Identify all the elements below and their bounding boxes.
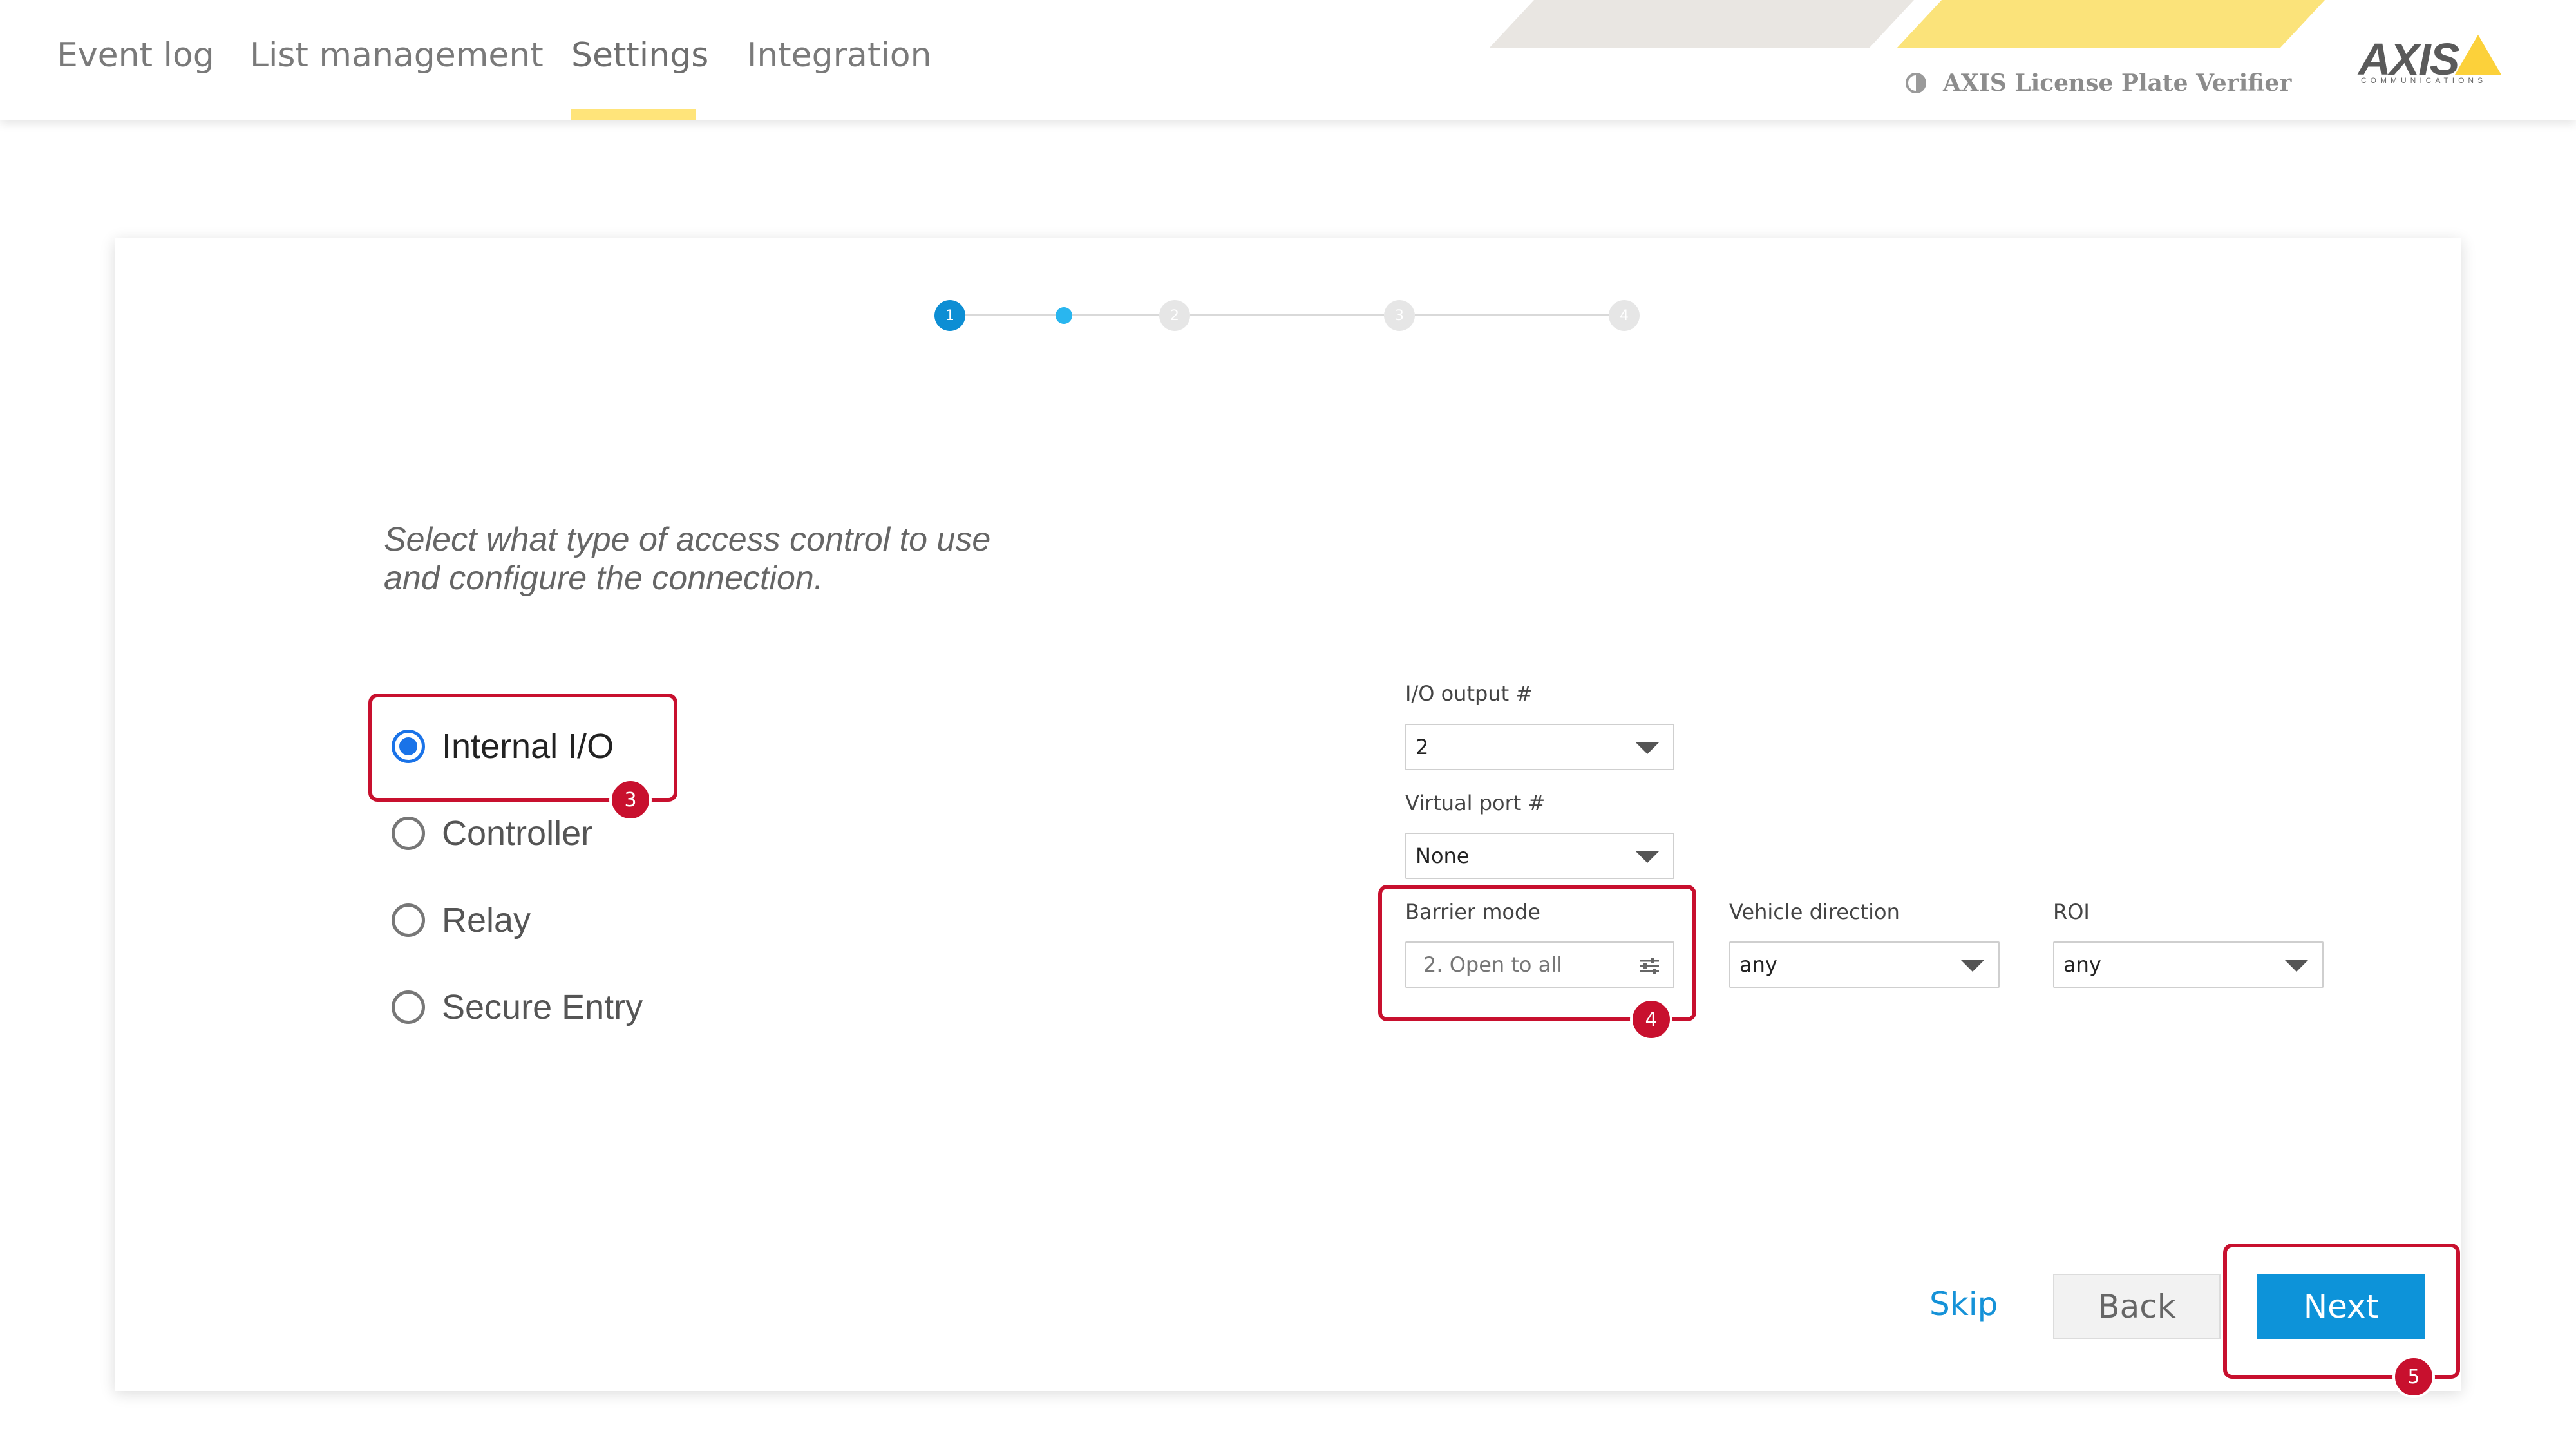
tab-integration[interactable]: Integration <box>747 36 932 75</box>
annotation-badge-5: 5 <box>2392 1356 2435 1398</box>
vehicle-direction-select[interactable]: any <box>1729 941 2000 988</box>
io-output-label: I/O output # <box>1405 681 1533 706</box>
app-drop-icon <box>1906 73 1926 93</box>
step-4-indicator: 4 <box>1609 300 1640 331</box>
roi-select[interactable]: any <box>2053 941 2324 988</box>
annotation-badge-3: 3 <box>609 779 652 821</box>
axis-logo: AXIS COMMUNICATIONS <box>2358 33 2506 91</box>
radio-unchecked-icon[interactable] <box>392 817 425 850</box>
stepper-line <box>1415 314 1609 316</box>
vehicle-direction-label: Vehicle direction <box>1729 900 1900 924</box>
instruction-line-1: Select what type of access control to us… <box>384 521 991 558</box>
instruction-line-2: and configure the connection. <box>384 560 824 597</box>
radio-relay[interactable]: Relay <box>392 900 531 940</box>
step-1-indicator: 1 <box>934 300 965 331</box>
virtual-port-value: None <box>1416 844 1470 868</box>
active-tab-indicator <box>571 109 696 120</box>
logo-triangle-icon <box>2455 35 2501 75</box>
back-button[interactable]: Back <box>2053 1274 2221 1339</box>
radio-label: Relay <box>442 901 531 940</box>
annotation-badge-4: 4 <box>1630 998 1672 1041</box>
header-decoration-yellow <box>1897 0 2325 48</box>
top-navigation-bar: Event log List management Settings Integ… <box>0 0 2576 120</box>
io-output-select[interactable]: 2 <box>1405 724 1674 770</box>
caret-down-icon <box>2285 960 2308 972</box>
tab-list-management[interactable]: List management <box>250 36 544 75</box>
skip-button[interactable]: Skip <box>1929 1285 1998 1323</box>
header-decoration-grey <box>1489 0 1914 48</box>
roi-label: ROI <box>2053 900 2090 924</box>
roi-value: any <box>2063 952 2101 977</box>
product-name: AXIS License Plate Verifier <box>1943 70 2292 97</box>
radio-secure-entry[interactable]: Secure Entry <box>392 987 643 1027</box>
radio-controller[interactable]: Controller <box>392 813 592 853</box>
io-output-value: 2 <box>1416 735 1429 759</box>
caret-down-icon <box>1961 960 1984 972</box>
step-progress-dot <box>1056 307 1072 324</box>
step-2-indicator: 2 <box>1159 300 1190 331</box>
radio-label: Secure Entry <box>442 988 643 1026</box>
product-title: AXIS License Plate Verifier <box>1903 70 2291 97</box>
caret-down-icon <box>1636 851 1659 863</box>
tab-event-log[interactable]: Event log <box>57 36 214 75</box>
logo-subtext: COMMUNICATIONS <box>2361 76 2487 85</box>
radio-unchecked-icon[interactable] <box>392 903 425 937</box>
tab-settings[interactable]: Settings <box>571 36 708 75</box>
step-3-indicator: 3 <box>1384 300 1415 331</box>
radio-unchecked-icon[interactable] <box>392 990 425 1024</box>
vehicle-direction-value: any <box>1739 952 1777 977</box>
virtual-port-label: Virtual port # <box>1405 791 1546 815</box>
virtual-port-select[interactable]: None <box>1405 833 1674 879</box>
caret-down-icon <box>1636 742 1659 754</box>
instruction-text: Select what type of access control to us… <box>384 520 1157 598</box>
radio-label: Controller <box>442 814 593 853</box>
stepper-line <box>1190 314 1384 316</box>
